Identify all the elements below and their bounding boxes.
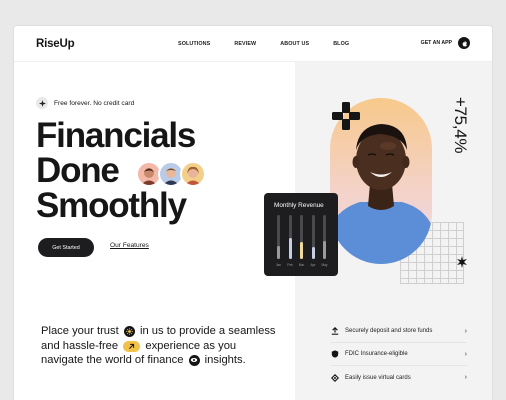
nav-links: SOLUTIONS REVIEW ABOUT US BLOG (178, 41, 373, 47)
chevron-right-icon: › (464, 327, 467, 335)
trust-text-1: Place your trust (41, 325, 119, 337)
get-started-button[interactable]: Get Started (38, 238, 94, 257)
brand-logo[interactable]: RiseUp (36, 38, 75, 50)
trust-text-4: insights. (204, 354, 246, 367)
chevron-right-icon: › (464, 350, 467, 358)
get-app-label: GET AN APP (420, 40, 452, 46)
feature-item-fdic[interactable]: FDIC Insurance-eligible › (331, 343, 467, 366)
sparkle-badge-icon (36, 97, 48, 109)
headline-line-1: Financials (36, 116, 196, 155)
revenue-bar (300, 242, 303, 259)
revenue-bar-track (300, 215, 303, 259)
feature-list: Securely deposit and store funds › FDIC … (331, 320, 467, 389)
nav-link-solutions[interactable]: SOLUTIONS (178, 41, 210, 47)
eye-icon (188, 354, 200, 366)
avatar (180, 161, 206, 187)
brand-flower-icon (330, 100, 362, 132)
feature-label: FDIC Insurance-eligible (345, 351, 408, 357)
nav-link-about-us[interactable]: ABOUT US (280, 41, 309, 47)
app-store-icon (458, 37, 470, 49)
trust-paragraph: Place your trust in us to provide a seam… (41, 324, 281, 368)
revenue-month-label: Feb (287, 263, 293, 267)
revenue-month-label: Mar (298, 263, 305, 267)
revenue-bar (323, 241, 326, 259)
get-app-button[interactable]: GET AN APP (421, 37, 470, 49)
nav-link-review[interactable]: REVIEW (234, 41, 256, 47)
growth-value: +75,4% (451, 96, 470, 154)
arrow-icon (123, 340, 141, 352)
feature-label: Easily issue virtual cards (345, 374, 411, 381)
revenue-bar-track (311, 215, 315, 259)
feature-label: Securely deposit and store funds (345, 328, 433, 334)
revenue-bar (277, 246, 280, 259)
revenue-month-label: May (321, 263, 328, 267)
revenue-bar-track (277, 215, 280, 259)
feature-item-virtual-cards[interactable]: Easily issue virtual cards › (331, 366, 467, 389)
free-badge: Free forever. No credit card (36, 97, 134, 109)
nav-link-blog[interactable]: BLOG (333, 41, 349, 47)
our-features-link[interactable]: Our Features (110, 242, 149, 249)
revenue-month-label: Apr (310, 263, 316, 267)
growth-stat: +75,4% (448, 90, 472, 160)
revenue-bar (311, 247, 315, 259)
feature-item-deposit[interactable]: Securely deposit and store funds › (331, 320, 467, 343)
top-navbar: RiseUp SOLUTIONS REVIEW ABOUT US BLOG GE… (14, 26, 492, 62)
shield-icon (331, 350, 339, 358)
revenue-bar-track (323, 215, 326, 259)
sun-icon (123, 326, 135, 337)
revenue-bar (288, 238, 292, 259)
sparkle-icon (456, 255, 468, 268)
monthly-revenue-card: Monthly Revenue Jan Feb Mar Apr May (264, 193, 338, 276)
upload-icon (331, 327, 339, 335)
revenue-month-label: Jan (275, 263, 282, 267)
chevron-right-icon: › (464, 374, 467, 381)
badge-text: Free forever. No credit card (54, 99, 135, 107)
card-icon (331, 373, 339, 382)
user-avatars (136, 161, 206, 187)
revenue-bar-track (288, 215, 292, 259)
headline-line-3: Smoothly (36, 186, 187, 225)
revenue-bars: Jan Feb Mar Apr May (264, 193, 338, 276)
